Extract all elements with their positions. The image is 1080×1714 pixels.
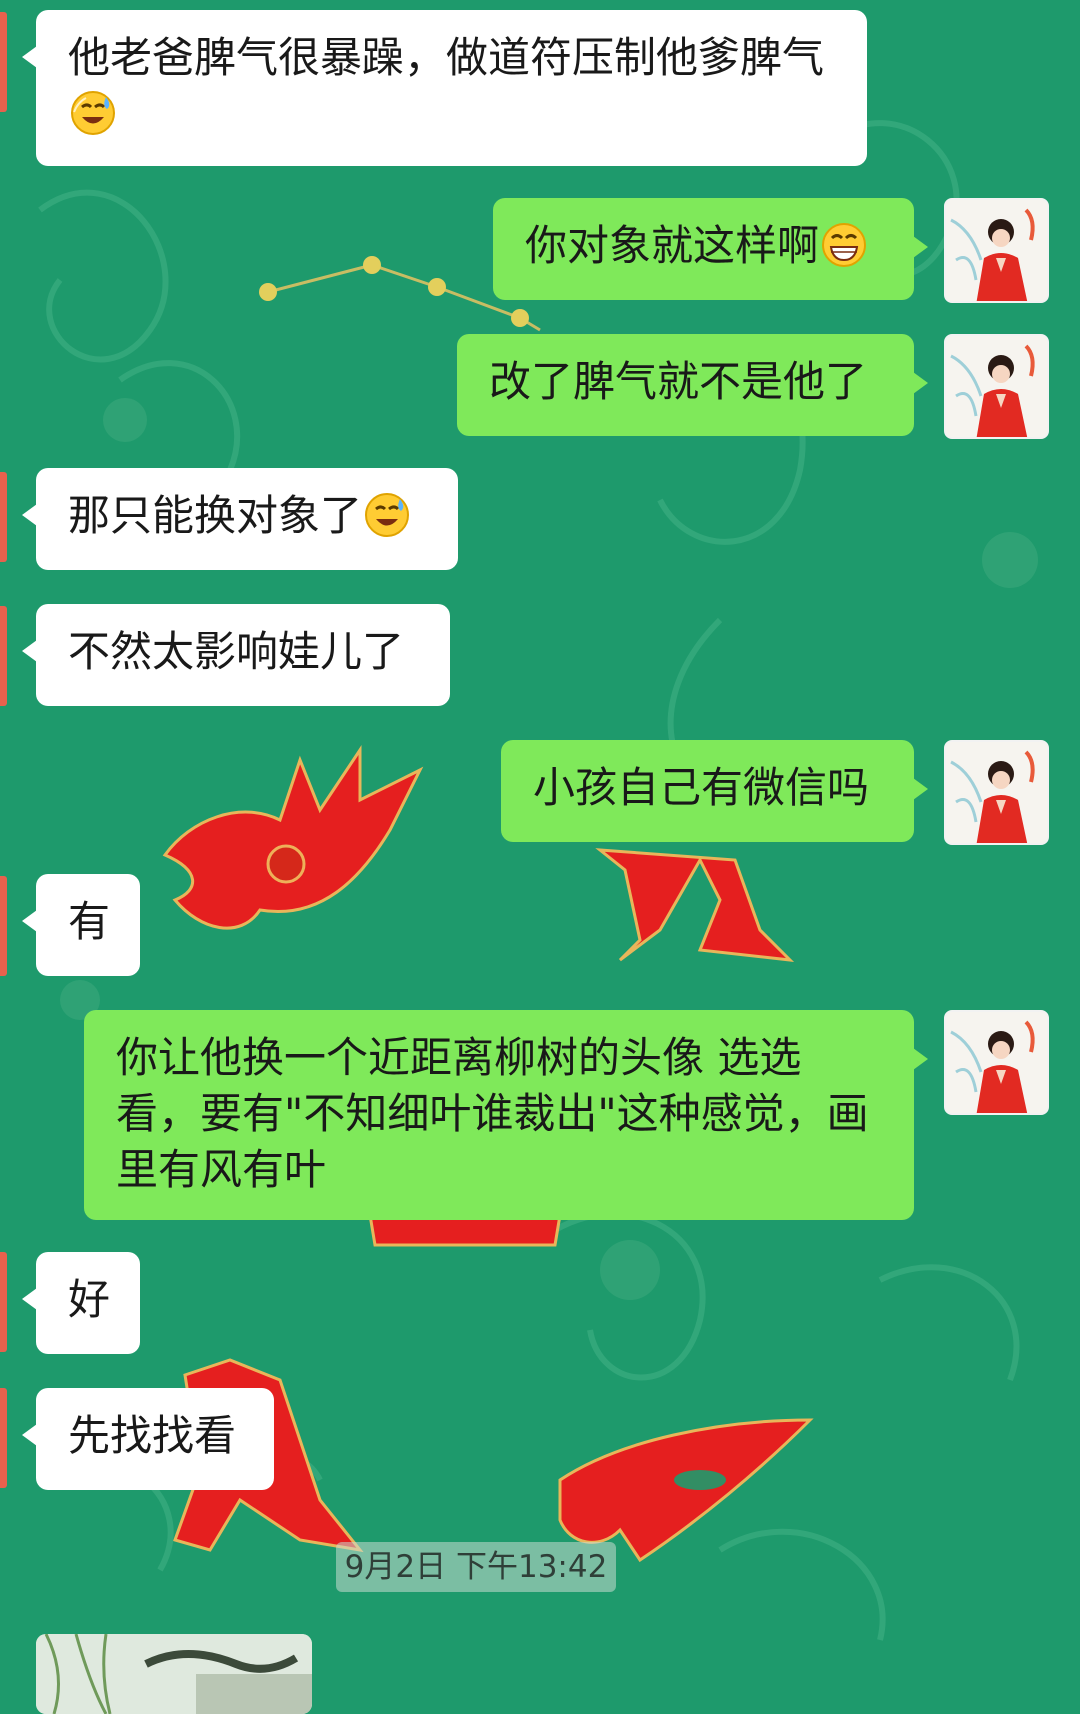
message-bubble-incoming[interactable]: 好 — [22, 1252, 140, 1354]
message-text: 先找找看 — [68, 1411, 237, 1460]
message-text: 有 — [68, 897, 111, 946]
sender-marker — [0, 1388, 7, 1488]
sender-marker — [0, 472, 7, 562]
message-bubble-incoming[interactable]: 那只能换对象了 — [22, 468, 458, 570]
message-bubble-incoming[interactable]: 有 — [22, 874, 140, 976]
message-bubble-outgoing[interactable]: 小孩自己有微信吗 — [501, 740, 928, 842]
message-text: 改了脾气就不是他了 — [489, 357, 868, 406]
sweat-smile-emoji-icon — [71, 91, 115, 135]
message-bubble-outgoing[interactable]: 你让他换一个近距离柳树的头像 选选看，要有"不知细叶谁裁出"这种感觉，画里有风有… — [84, 1010, 928, 1220]
my-avatar[interactable] — [944, 198, 1049, 303]
my-avatar[interactable] — [944, 334, 1049, 439]
message-text: 好 — [68, 1275, 111, 1324]
message-bubble-incoming[interactable]: 不然太影响娃儿了 — [22, 604, 450, 706]
message-text: 他老爸脾气很暴躁，做道符压制他爹脾气 — [68, 33, 825, 82]
message-text: 你对象就这样啊 — [525, 221, 820, 270]
message-text: 小孩自己有微信吗 — [533, 763, 870, 812]
sender-marker — [0, 12, 7, 112]
message-text: 你让他换一个近距离柳树的头像 选选看，要有"不知细叶谁裁出"这种感觉，画里有风有… — [116, 1033, 869, 1194]
message-bubble-outgoing[interactable]: 改了脾气就不是他了 — [457, 334, 928, 436]
message-bubble-outgoing[interactable]: 你对象就这样啊 — [493, 198, 928, 300]
message-bubble-incoming[interactable]: 他老爸脾气很暴躁，做道符压制他爹脾气 — [22, 10, 867, 166]
sweat-smile-emoji-icon — [365, 493, 410, 537]
message-text: 不然太影响娃儿了 — [68, 627, 405, 676]
my-avatar[interactable] — [944, 740, 1049, 845]
sender-marker — [0, 876, 7, 976]
image-message[interactable] — [36, 1634, 312, 1714]
message-bubble-incoming[interactable]: 先找找看 — [22, 1388, 274, 1490]
message-text: 那只能换对象了 — [68, 491, 363, 540]
sender-marker — [0, 1252, 7, 1352]
message-timestamp: 9月2日 下午13:42 — [336, 1542, 616, 1592]
my-avatar[interactable] — [944, 1010, 1049, 1115]
grinning-emoji-icon — [822, 223, 867, 267]
sender-marker — [0, 606, 7, 706]
